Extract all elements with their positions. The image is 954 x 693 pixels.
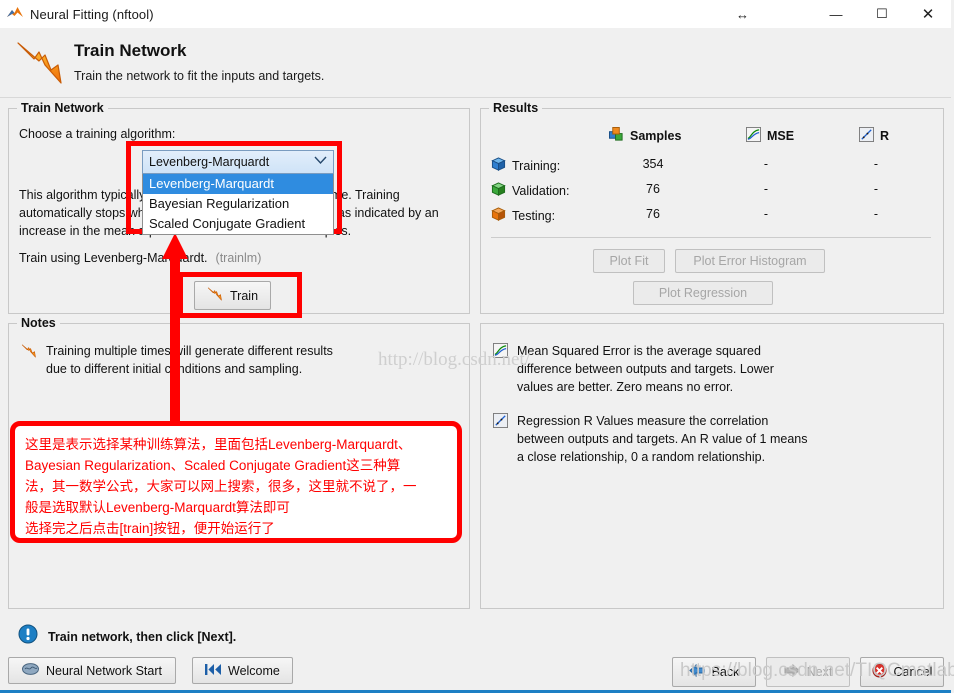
welcome-button-label: Welcome bbox=[228, 663, 280, 678]
annotation-line-5: 选择完之后点击[train]按钮，便开始运行了 bbox=[25, 521, 275, 536]
results-row-training-label: Training: bbox=[512, 159, 561, 173]
results-row-testing-label: Testing: bbox=[512, 209, 556, 223]
page-header: Train Network Train the network to fit t… bbox=[0, 28, 951, 98]
train-button-container: Train bbox=[194, 281, 272, 310]
next-button-label: Next bbox=[806, 665, 833, 679]
page-title: Train Network bbox=[74, 41, 187, 60]
dropdown-option-scaled-conjugate-gradient[interactable]: Scaled Conjugate Gradient bbox=[143, 214, 333, 234]
plot-error-histogram-button[interactable]: Plot Error Histogram bbox=[675, 249, 825, 273]
window-titlebar: Neural Fitting (nftool) ↔ — ☐ ✕ bbox=[0, 0, 951, 28]
orange-cube-icon bbox=[491, 207, 506, 225]
column-header-r-label: R bbox=[880, 129, 890, 143]
results-row-testing: Testing: bbox=[491, 207, 555, 225]
training-algorithm-combo-field[interactable]: Levenberg-Marquardt bbox=[142, 150, 334, 174]
note-item-training-multiple: Training multiple times will generate di… bbox=[21, 342, 441, 378]
neural-network-start-button[interactable]: Neural Network Start bbox=[8, 657, 176, 684]
arrow-left-icon bbox=[688, 663, 705, 680]
train-network-panel-title: Train Network bbox=[17, 101, 108, 115]
column-header-mse: MSE bbox=[746, 127, 794, 145]
orange-arrow-icon bbox=[207, 286, 223, 305]
training-algorithm-selected-value: Levenberg-Marquardt bbox=[149, 155, 270, 169]
cancel-button-label: Cancel bbox=[893, 665, 933, 679]
cancel-button[interactable]: Cancel bbox=[860, 657, 944, 687]
note-item-mse: Mean Squared Error is the average square… bbox=[493, 342, 923, 396]
resize-cursor-icon: ↔ bbox=[736, 6, 749, 22]
train-using-text: Train using Levenberg-Marquardt. (trainlm… bbox=[19, 251, 261, 265]
annotation-line-1: 这里是表示选择某种训练算法，里面包括Levenberg-Marquardt、 bbox=[25, 437, 412, 452]
results-panel: Results Samples MSE R Training: 354 - - … bbox=[480, 101, 944, 314]
annotation-textbox: 这里是表示选择某种训练算法，里面包括Levenberg-Marquardt、 B… bbox=[10, 421, 462, 543]
column-header-r: R bbox=[859, 127, 889, 145]
results-separator bbox=[491, 237, 931, 238]
back-button[interactable]: Back bbox=[672, 657, 756, 687]
blue-cube-icon bbox=[491, 157, 506, 175]
note-item-regression-r: Regression R Values measure the correlat… bbox=[493, 412, 923, 466]
plot-regression-button[interactable]: Plot Regression bbox=[633, 281, 773, 305]
bottom-right-buttons: Back Next Cancel bbox=[672, 657, 944, 687]
minimize-button[interactable]: — bbox=[813, 0, 859, 28]
cubes-icon bbox=[609, 127, 624, 145]
note-item-mse-text: Mean Squared Error is the average square… bbox=[517, 344, 774, 394]
info-icon bbox=[18, 624, 38, 649]
train-button[interactable]: Train bbox=[194, 281, 272, 310]
testing-r-value: - bbox=[873, 207, 879, 221]
training-algorithm-combo[interactable]: Levenberg-Marquardt Levenberg-Marquardt … bbox=[142, 150, 334, 235]
training-mse-value: - bbox=[763, 157, 769, 171]
choose-algorithm-label: Choose a training algorithm: bbox=[19, 127, 176, 141]
testing-mse-value: - bbox=[763, 207, 769, 221]
regression-icon bbox=[493, 413, 508, 466]
maximize-button[interactable]: ☐ bbox=[859, 0, 905, 28]
plot-fit-button[interactable]: Plot Fit bbox=[593, 249, 665, 273]
validation-mse-value: - bbox=[763, 182, 769, 196]
plot-icon bbox=[746, 127, 761, 145]
orange-arrow-icon bbox=[14, 37, 66, 89]
note-item-regression-r-text: Regression R Values measure the correlat… bbox=[517, 414, 808, 464]
train-button-label: Train bbox=[230, 288, 259, 303]
orange-arrow-icon bbox=[21, 343, 37, 378]
dropdown-option-bayesian-regularization[interactable]: Bayesian Regularization bbox=[143, 194, 333, 214]
back-button-label: Back bbox=[711, 665, 740, 679]
note-item-training-multiple-text: Training multiple times will generate di… bbox=[46, 344, 333, 376]
nftool-window: Neural Fitting (nftool) ↔ — ☐ ✕ Train Ne… bbox=[0, 0, 954, 693]
results-row-validation-label: Validation: bbox=[512, 184, 570, 198]
plot-icon bbox=[493, 343, 508, 396]
notes-panel-title: Notes bbox=[17, 316, 60, 330]
welcome-button[interactable]: Welcome bbox=[192, 657, 293, 684]
testing-samples-value: 76 bbox=[646, 207, 660, 221]
column-header-samples: Samples bbox=[609, 127, 681, 145]
annotation-line-2: Bayesian Regularization、Scaled Conjugate… bbox=[25, 458, 401, 473]
column-header-samples-label: Samples bbox=[630, 129, 682, 143]
train-function-name: (trainlm) bbox=[215, 251, 262, 265]
page-subtitle: Train the network to fit the inputs and … bbox=[74, 69, 325, 83]
dropdown-option-levenberg-marquardt[interactable]: Levenberg-Marquardt bbox=[143, 174, 333, 194]
brain-icon bbox=[21, 662, 39, 679]
window-title: Neural Fitting (nftool) bbox=[30, 6, 154, 22]
rewind-icon bbox=[205, 663, 221, 679]
annotation-line-4: 般是选取默认Levenberg-Marquardt算法即可 bbox=[25, 500, 290, 515]
validation-r-value: - bbox=[873, 182, 879, 196]
bottom-left-buttons: Neural Network Start Welcome bbox=[8, 657, 293, 684]
status-message: Train network, then click [Next]. bbox=[48, 629, 237, 644]
validation-samples-value: 76 bbox=[646, 182, 660, 196]
metrics-notes-panel: Mean Squared Error is the average square… bbox=[480, 323, 944, 609]
regression-icon bbox=[859, 127, 874, 145]
training-samples-value: 354 bbox=[642, 157, 664, 171]
results-panel-title: Results bbox=[489, 101, 543, 115]
annotation-line-3: 法，其一数学公式，大家可以网上搜索，很多，这里就不说了，一 bbox=[25, 479, 417, 494]
neural-network-start-label: Neural Network Start bbox=[45, 663, 162, 678]
next-button[interactable]: Next bbox=[766, 657, 850, 687]
training-r-value: - bbox=[873, 157, 879, 171]
results-row-training: Training: bbox=[491, 157, 560, 175]
matlab-nn-icon bbox=[6, 5, 24, 23]
column-header-mse-label: MSE bbox=[767, 129, 795, 143]
training-algorithm-dropdown-list[interactable]: Levenberg-Marquardt Bayesian Regularizat… bbox=[142, 174, 334, 235]
train-using-label: Train using Levenberg-Marquardt. bbox=[19, 251, 208, 265]
status-bar: Train network, then click [Next]. bbox=[18, 624, 236, 649]
green-cube-icon bbox=[491, 182, 506, 200]
arrow-right-icon bbox=[784, 663, 800, 680]
results-row-validation: Validation: bbox=[491, 182, 569, 200]
chevron-down-icon[interactable] bbox=[314, 156, 327, 168]
close-button[interactable]: ✕ bbox=[905, 0, 951, 28]
cancel-icon bbox=[872, 663, 887, 681]
